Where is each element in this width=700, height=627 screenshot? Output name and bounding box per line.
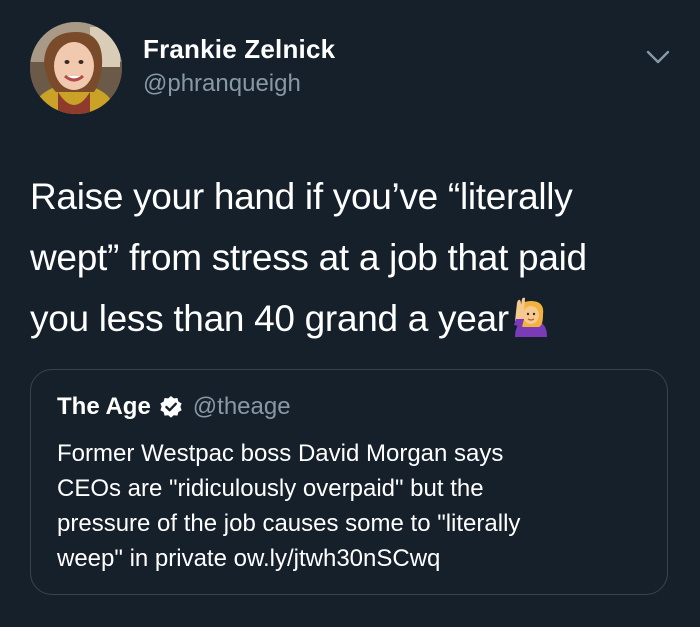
quoted-tweet-card[interactable]: The Age @theage Former Westpac boss Davi… [30,369,668,595]
tweet-text-line: wept” from stress at a job that paid [30,237,587,278]
author-handle[interactable]: @phranqueigh [143,70,301,98]
tweet-text-line: you less than 40 grand a year [30,288,670,349]
quoted-tweet-text-line: Former Westpac boss David Morgan says [57,440,504,467]
tweet-text: Raise your hand if you’ve “literally wep… [30,166,670,349]
person-raising-hand-emoji-icon [513,294,549,337]
tweet-text-line: Raise your hand if you’ve “literally [30,176,573,217]
quoted-tweet-author-handle[interactable]: @theage [193,393,291,421]
chevron-down-icon[interactable] [644,46,672,68]
quoted-tweet-text-line: CEOs are "ridiculously overpaid" but the [57,475,484,502]
author-name[interactable]: Frankie Zelnick [143,34,335,65]
tweet[interactable]: Frankie Zelnick @phranqueigh Raise your … [0,0,700,627]
quoted-tweet-text-line: pressure of the job causes some to "lite… [57,510,521,537]
tweet-text-line-content: you less than 40 grand a year [30,298,509,339]
quoted-tweet-header: The Age @theage [57,392,291,422]
quoted-tweet-text-line: weep" in private ow.ly/jtwh30nSCwq [57,545,441,572]
quoted-tweet-author-name[interactable]: The Age [57,393,151,421]
verified-badge-icon [159,395,183,419]
quoted-tweet-text: Former Westpac boss David Morgan says CE… [57,436,647,576]
avatar[interactable] [30,22,122,114]
